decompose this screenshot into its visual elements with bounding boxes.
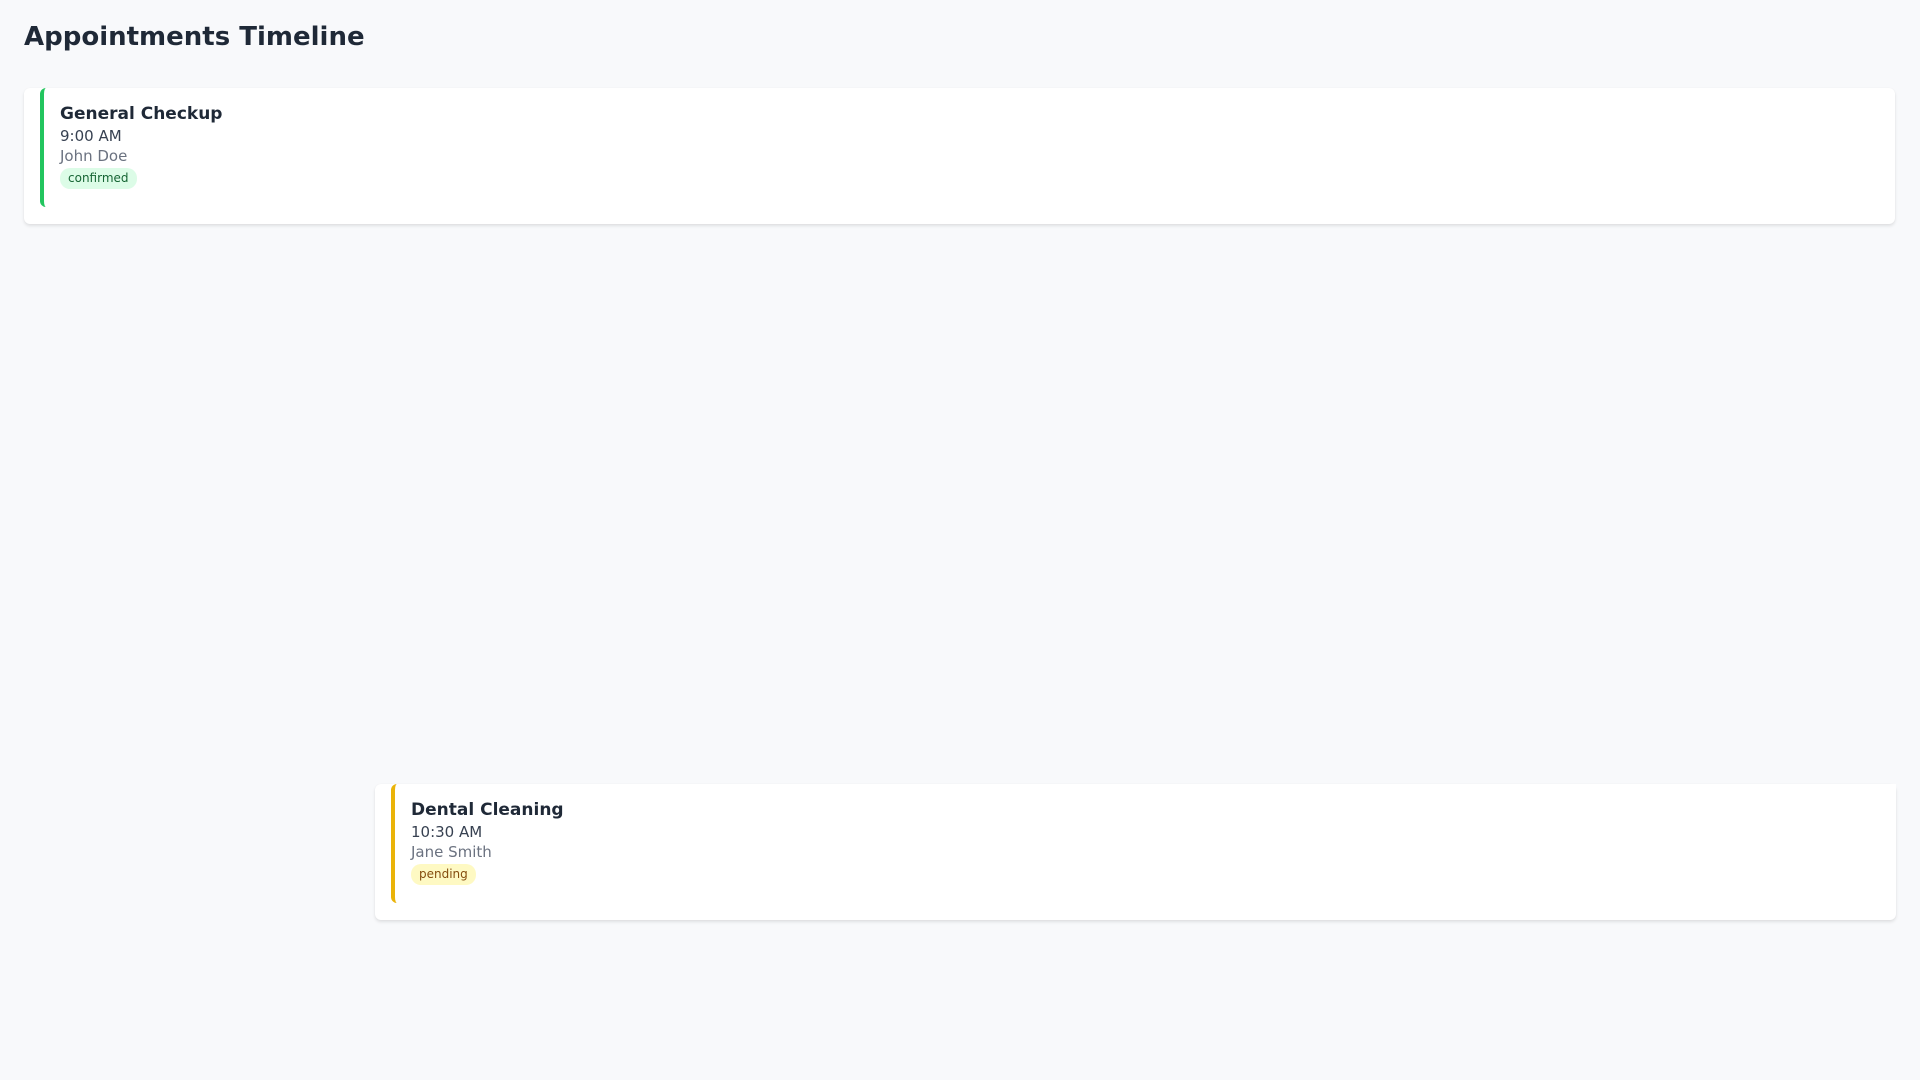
status-badge: pending [411,864,476,885]
appointment-time: 10:30 AM [411,823,483,841]
appointment-card-general-checkup[interactable]: General Checkup 9:00 AM John Doe confirm… [24,88,1895,224]
status-badge: confirmed [60,168,137,189]
appointment-time: 9:00 AM [60,127,122,145]
appointment-patient: John Doe [60,147,128,165]
appointment-title: General Checkup [60,104,223,124]
appointment-title: Dental Cleaning [411,800,564,820]
page-title: Appointments Timeline [24,22,365,52]
appointment-card-body: Dental Cleaning 10:30 AM Jane Smith pend… [391,784,1896,903]
appointment-patient: Jane Smith [411,843,492,861]
appointment-card-body: General Checkup 9:00 AM John Doe confirm… [40,88,1879,207]
appointment-card-dental-cleaning[interactable]: Dental Cleaning 10:30 AM Jane Smith pend… [375,784,1896,920]
